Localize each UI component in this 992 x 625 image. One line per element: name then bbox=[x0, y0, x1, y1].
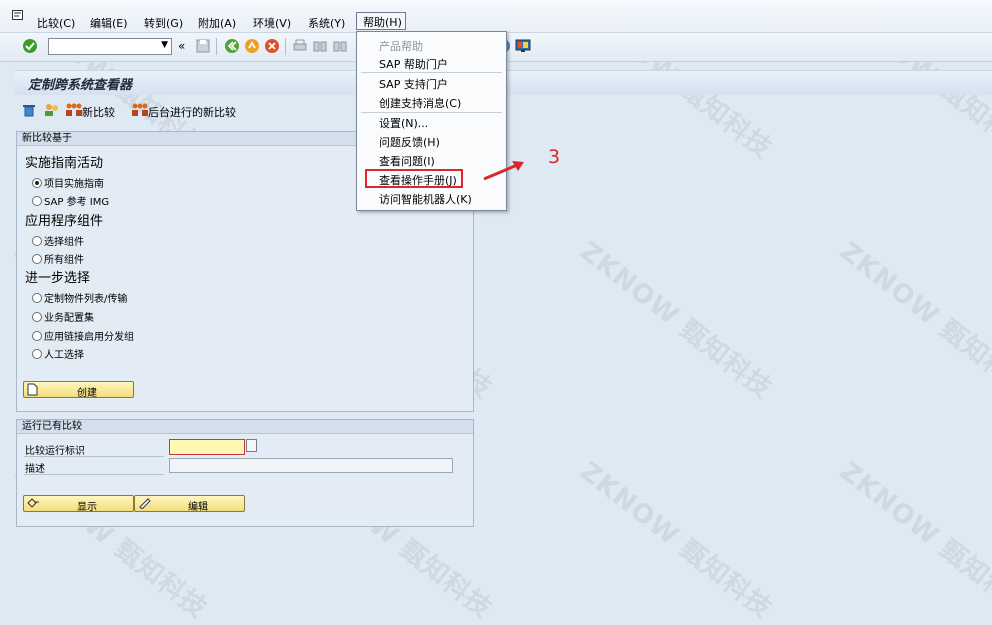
menu-item-view-issues[interactable]: 查看问题(I) bbox=[379, 153, 435, 169]
radio-ale-groups[interactable]: 应用链接启用分发组 bbox=[32, 328, 134, 343]
menu-compare[interactable]: 比较(C) bbox=[37, 15, 75, 31]
radio-select-components[interactable]: 选择组件 bbox=[32, 233, 84, 248]
edit-button[interactable]: 编辑 bbox=[134, 495, 245, 513]
value-help-icon[interactable] bbox=[246, 439, 257, 452]
create-button[interactable]: 创建 bbox=[23, 381, 134, 399]
radio-icon[interactable] bbox=[32, 331, 42, 341]
background-compare-button[interactable]: 后台进行的新比较 bbox=[148, 104, 236, 120]
highlight-box bbox=[365, 169, 463, 188]
pencil-icon bbox=[139, 498, 151, 509]
menu-extras[interactable]: 附加(A) bbox=[198, 15, 236, 31]
help-menu-dropdown: 产品帮助 SAP 帮助门户 SAP 支持门户 创建支持消息(C) 设置(N)..… bbox=[356, 31, 507, 211]
radio-label: 应用链接启用分发组 bbox=[44, 332, 134, 343]
radio-sap-reference-img[interactable]: SAP 参考 IMG bbox=[32, 193, 109, 208]
section-img-activities: 实施指南活动 bbox=[25, 156, 104, 171]
menu-item-smart-robot[interactable]: 访问智能机器人(K) bbox=[379, 191, 472, 207]
new-document-icon bbox=[27, 383, 38, 396]
save-icon[interactable] bbox=[195, 38, 211, 54]
chevron-down-icon[interactable]: ▼ bbox=[161, 40, 168, 50]
user-group-icon[interactable] bbox=[44, 103, 60, 117]
collapse-icon[interactable]: « bbox=[178, 39, 185, 53]
find-next-icon[interactable] bbox=[332, 38, 348, 54]
new-compare-icon[interactable] bbox=[66, 103, 82, 117]
divider bbox=[24, 456, 164, 457]
compare-run-id-input[interactable] bbox=[169, 439, 245, 455]
display-button-label: 显示 bbox=[77, 502, 97, 513]
radio-icon[interactable] bbox=[32, 254, 42, 264]
edit-button-label: 编辑 bbox=[188, 502, 208, 513]
menu-item-sap-support-portal[interactable]: SAP 支持门户 bbox=[379, 76, 448, 92]
radio-icon[interactable] bbox=[32, 312, 42, 322]
radio-icon[interactable] bbox=[32, 293, 42, 303]
menu-item-product-help: 产品帮助 bbox=[379, 40, 423, 53]
radio-label: 人工选择 bbox=[44, 350, 84, 361]
radio-object-list-transport[interactable]: 定制物件列表/传输 bbox=[32, 290, 127, 305]
separator bbox=[285, 38, 286, 55]
menu-help[interactable]: 帮助(H) bbox=[356, 12, 406, 30]
divider bbox=[24, 474, 164, 475]
menu-separator bbox=[361, 72, 502, 73]
exit-icon[interactable] bbox=[244, 38, 260, 54]
separator bbox=[216, 38, 217, 55]
radio-icon[interactable] bbox=[32, 349, 42, 359]
command-field[interactable]: ▼ bbox=[48, 38, 172, 55]
create-button-label: 创建 bbox=[77, 388, 97, 399]
radio-label: SAP 参考 IMG bbox=[44, 197, 110, 208]
print-icon[interactable] bbox=[292, 38, 308, 54]
section-app-components: 应用程序组件 bbox=[25, 214, 104, 229]
radio-selected-icon[interactable] bbox=[32, 178, 42, 188]
find-icon[interactable] bbox=[312, 38, 328, 54]
menu-item-create-support-message[interactable]: 创建支持消息(C) bbox=[379, 95, 461, 111]
menu-environment[interactable]: 环境(V) bbox=[253, 15, 291, 31]
section-further-selection: 进一步选择 bbox=[25, 271, 91, 286]
compare-run-id-label: 比较运行标识 bbox=[25, 446, 85, 457]
menu-goto[interactable]: 转到(G) bbox=[144, 15, 183, 31]
display-button[interactable]: 显示 bbox=[23, 495, 134, 513]
radio-label: 选择组件 bbox=[44, 237, 84, 248]
radio-icon[interactable] bbox=[32, 236, 42, 246]
menu-edit[interactable]: 编辑(E) bbox=[90, 15, 128, 31]
radio-manual-selection[interactable]: 人工选择 bbox=[32, 346, 84, 361]
menu-item-feedback[interactable]: 问题反馈(H) bbox=[379, 134, 440, 150]
annotation-step-number: 3 bbox=[548, 146, 561, 168]
background-compare-icon[interactable] bbox=[132, 103, 148, 117]
enter-check-icon[interactable] bbox=[22, 38, 38, 54]
description-field[interactable] bbox=[169, 458, 453, 473]
menu-item-sap-help-portal[interactable]: SAP 帮助门户 bbox=[379, 56, 448, 72]
new-compare-button[interactable]: 新比较 bbox=[82, 104, 115, 120]
description-label: 描述 bbox=[25, 464, 45, 475]
radio-project-img[interactable]: 项目实施指南 bbox=[32, 175, 104, 190]
radio-all-components[interactable]: 所有组件 bbox=[32, 251, 84, 266]
radio-label: 项目实施指南 bbox=[44, 179, 104, 190]
display-glasses-icon bbox=[27, 498, 39, 508]
menu-bar: 比较(C) 编辑(E) 转到(G) 附加(A) 环境(V) 系统(Y) 帮助(H… bbox=[0, 0, 992, 33]
back-icon[interactable] bbox=[224, 38, 240, 54]
radio-label: 定制物件列表/传输 bbox=[44, 294, 128, 305]
radio-label: 所有组件 bbox=[44, 255, 84, 266]
existing-compare-group: 运行已有比较 比较运行标识 描述 显示 编辑 bbox=[16, 419, 474, 527]
page-title: 定制跨系统查看器 bbox=[28, 78, 133, 93]
radio-icon[interactable] bbox=[32, 196, 42, 206]
annotation-arrow-icon bbox=[483, 161, 524, 181]
menu-system[interactable]: 系统(Y) bbox=[308, 15, 345, 31]
menu-separator bbox=[361, 112, 502, 113]
menu-item-settings[interactable]: 设置(N)... bbox=[379, 115, 428, 131]
radio-label: 业务配置集 bbox=[44, 313, 94, 324]
group-title: 运行已有比较 bbox=[17, 420, 473, 434]
layout-menu-icon[interactable] bbox=[515, 38, 531, 54]
delete-trash-icon[interactable] bbox=[22, 103, 36, 117]
menu-help-label: 帮助(H) bbox=[363, 16, 402, 29]
radio-bc-sets[interactable]: 业务配置集 bbox=[32, 309, 94, 324]
cancel-icon[interactable] bbox=[264, 38, 280, 54]
app-menu-icon[interactable] bbox=[12, 10, 24, 21]
